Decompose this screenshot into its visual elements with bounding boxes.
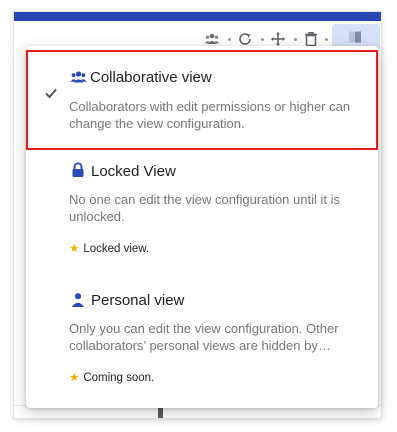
menu-item-description: Collaborators with edit permissions or h… (69, 99, 351, 131)
menu-item-description: No one can edit the view configuration u… (69, 192, 340, 224)
menu-item-title: Personal view (91, 292, 185, 309)
item-note: ★ Coming soon. (69, 370, 154, 384)
menu-item-collaborative-view[interactable]: Collaborative view Collaborators with ed… (26, 50, 378, 150)
toolbar-divider (261, 38, 264, 41)
menu-item-locked-view[interactable]: Locked View No one can edit the view con… (26, 150, 378, 268)
toolbar-divider (294, 38, 297, 41)
checkmark-icon (44, 86, 58, 100)
item-note-text: Locked view. (83, 243, 150, 255)
lock-icon (71, 162, 87, 178)
trash-icon[interactable] (303, 31, 319, 47)
toolbar-divider (325, 38, 328, 41)
menu-item-personal-view[interactable]: Personal view Only you can edit the view… (26, 278, 378, 398)
people-icon (70, 69, 87, 85)
move-icon[interactable] (270, 31, 286, 47)
menu-item-title: Locked View (91, 163, 176, 180)
refresh-icon[interactable] (237, 31, 253, 47)
star-icon: ★ (69, 372, 80, 384)
item-note-text: Coming soon. (83, 372, 155, 384)
item-note: ★ Locked view. (69, 241, 149, 255)
toolbar-divider (228, 38, 231, 41)
menu-item-title: Collaborative view (90, 69, 212, 86)
star-icon: ★ (69, 243, 80, 255)
view-type-menu: Collaborative view Collaborators with ed… (26, 46, 378, 408)
screen: Collaborative view Collaborators with ed… (0, 0, 397, 432)
person-icon (71, 292, 87, 308)
menu-item-description: Only you can edit the view configuration… (69, 321, 339, 353)
panel-icon (348, 30, 362, 44)
header-bar (14, 12, 381, 21)
collaborators-icon[interactable] (204, 31, 220, 47)
